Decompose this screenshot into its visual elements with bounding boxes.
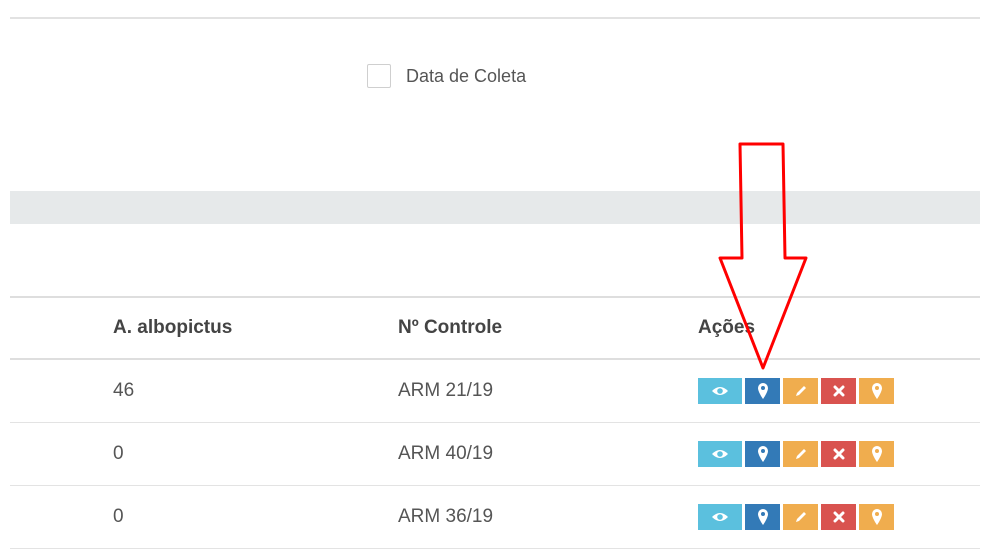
actions-cell xyxy=(698,486,894,548)
date-checkbox[interactable] xyxy=(367,64,391,88)
table-row: 0 ARM 40/19 xyxy=(10,423,980,486)
map-marker-icon xyxy=(757,509,768,525)
delete-button[interactable] xyxy=(821,504,856,530)
times-icon xyxy=(833,448,844,460)
edit-button[interactable] xyxy=(783,504,818,530)
header-controle: Nº Controle xyxy=(398,317,503,338)
eye-icon xyxy=(712,387,728,395)
times-icon xyxy=(833,511,844,523)
pin-button[interactable] xyxy=(859,504,894,530)
top-divider xyxy=(10,17,980,19)
table-header: A. albopictus Nº Controle Ações xyxy=(10,296,980,360)
map-button[interactable] xyxy=(745,504,780,530)
pencil-icon xyxy=(795,386,806,396)
times-icon xyxy=(833,385,844,397)
delete-button[interactable] xyxy=(821,441,856,467)
map-pin-icon xyxy=(871,509,882,525)
pin-button[interactable] xyxy=(859,441,894,467)
results-table: A. albopictus Nº Controle Ações 46 ARM 2… xyxy=(10,296,980,549)
cell-albopictus: 0 xyxy=(113,443,124,464)
cell-albopictus: 0 xyxy=(113,506,124,527)
table-row: 0 ARM 36/19 xyxy=(10,486,980,549)
delete-button[interactable] xyxy=(821,378,856,404)
header-acoes: Ações xyxy=(698,317,756,338)
eye-icon xyxy=(712,513,728,521)
cell-albopictus: 46 xyxy=(113,380,135,401)
date-filter: Data de Coleta xyxy=(367,64,526,88)
section-band xyxy=(10,191,980,224)
map-pin-icon xyxy=(871,383,882,399)
map-marker-icon xyxy=(757,446,768,462)
map-pin-icon xyxy=(871,446,882,462)
view-button[interactable] xyxy=(698,378,742,404)
map-marker-icon xyxy=(757,383,768,399)
table-row: 46 ARM 21/19 xyxy=(10,360,980,423)
actions-cell xyxy=(698,360,894,422)
cell-controle: ARM 36/19 xyxy=(398,506,494,527)
view-button[interactable] xyxy=(698,441,742,467)
actions-cell xyxy=(698,423,894,485)
header-albopictus: A. albopictus xyxy=(113,317,233,338)
cell-controle: ARM 21/19 xyxy=(398,380,494,401)
pencil-icon xyxy=(795,449,806,459)
date-checkbox-label: Data de Coleta xyxy=(406,65,527,86)
view-button[interactable] xyxy=(698,504,742,530)
map-button[interactable] xyxy=(745,441,780,467)
map-button[interactable] xyxy=(745,378,780,404)
eye-icon xyxy=(712,450,728,458)
cell-controle: ARM 40/19 xyxy=(398,443,494,464)
edit-button[interactable] xyxy=(783,378,818,404)
edit-button[interactable] xyxy=(783,441,818,467)
pencil-icon xyxy=(795,512,806,522)
pin-button[interactable] xyxy=(859,378,894,404)
